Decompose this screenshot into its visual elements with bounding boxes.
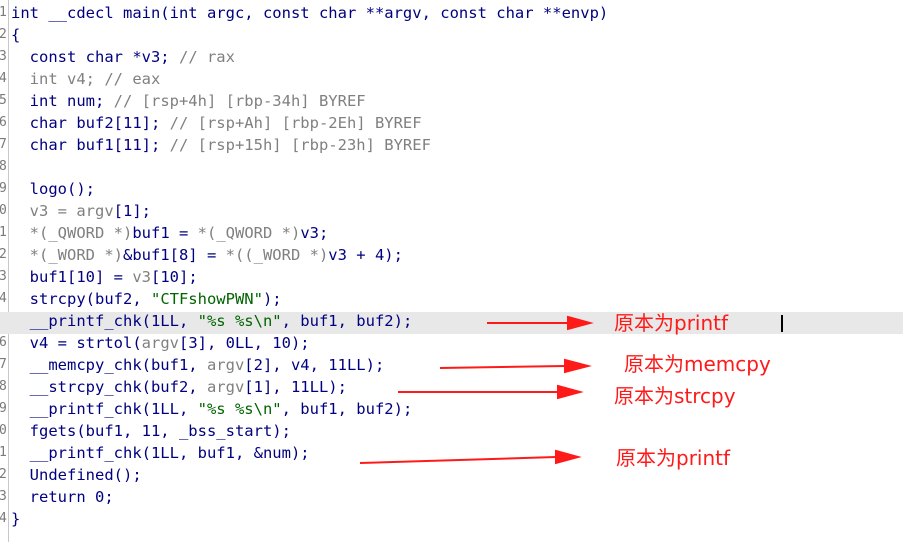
- annotation-strcpy: 原本为strcpy: [614, 384, 736, 408]
- annotation-arrows: [359, 315, 594, 465]
- arrow-3-head: [557, 384, 584, 400]
- annotation-printf-1: 原本为printf: [614, 311, 729, 335]
- arrow-4-line: [359, 456, 557, 464]
- arrow-1-head: [567, 315, 594, 331]
- annotation-printf-2: 原本为printf: [616, 446, 731, 470]
- arrow-2-line: [439, 365, 566, 369]
- arrow-2-head: [564, 358, 592, 374]
- arrow-4-head: [555, 449, 582, 465]
- annotation-memcpy: 原本为memcpy: [624, 352, 771, 376]
